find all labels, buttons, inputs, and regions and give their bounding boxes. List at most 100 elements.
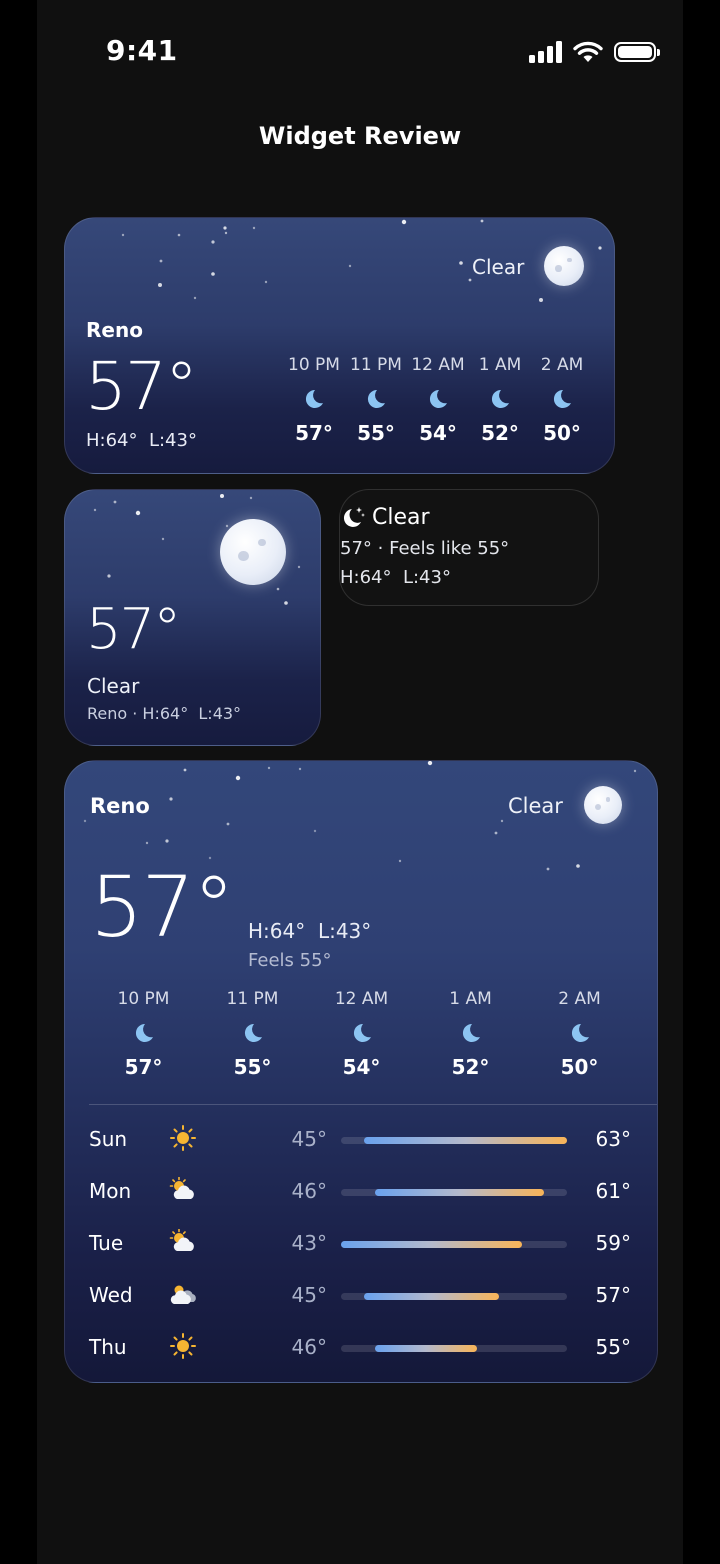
hour-temp: 55°: [357, 421, 395, 445]
current-temperature: 57°: [85, 348, 198, 425]
city-name: Reno: [86, 318, 143, 342]
high-low-row: H:64° L:43°: [248, 919, 372, 943]
page-title: Widget Review: [258, 122, 462, 150]
temp-feels-like: 57° · Feels like 55°: [340, 538, 510, 559]
current-temperature: 57°: [86, 597, 181, 662]
crescent-moon-icon: [407, 387, 469, 411]
hour-temp: 50°: [560, 1055, 599, 1079]
high-low-row: H:64° L:43°: [340, 567, 451, 588]
hour-temp: 57°: [295, 421, 333, 445]
battery-icon: [614, 42, 660, 62]
divider: [89, 1104, 657, 1105]
hour-time: 2 AM: [540, 355, 584, 375]
moon-icon: [584, 786, 622, 824]
day-name: Sun: [89, 1127, 128, 1151]
daily-row: Mon 46° 61°: [89, 1175, 633, 1227]
hour-time: 10 PM: [117, 989, 170, 1009]
status-time: 9:41: [106, 34, 178, 67]
hour-item: 2 AM 50°: [531, 355, 593, 445]
inline-weather-widget[interactable]: Clear 57° · Feels like 55° H:64° L:43°: [339, 489, 599, 606]
low-temperature: L:43°: [148, 430, 197, 451]
temp-range-bar: [341, 1293, 567, 1300]
hour-time: 11 PM: [350, 355, 402, 375]
daily-row: Thu 46° 55°: [89, 1331, 633, 1382]
hour-time: 10 PM: [288, 355, 340, 375]
hour-time: 12 AM: [411, 355, 465, 375]
temp-range-bar: [341, 1241, 567, 1248]
condition-label: Clear: [87, 674, 140, 698]
hour-time: 11 PM: [226, 989, 279, 1009]
crescent-moon-icon: [283, 387, 345, 411]
day-name: Wed: [89, 1283, 133, 1307]
hourly-forecast: 10 PM 57° 11 PM 55° 12 AM 54° 1 AM 52° 2…: [283, 355, 593, 445]
high-temp: 57°: [595, 1283, 631, 1307]
low-temp: 46°: [291, 1335, 327, 1359]
hour-temp: 52°: [481, 421, 519, 445]
low-temp: 45°: [291, 1283, 327, 1307]
high-temp: 63°: [595, 1127, 631, 1151]
sun-icon: [170, 1333, 196, 1359]
hour-item: 1 AM 52°: [416, 989, 525, 1079]
hour-temp: 54°: [419, 421, 457, 445]
high-temp: 55°: [595, 1335, 631, 1359]
partly-cloudy-icon: [169, 1177, 194, 1199]
cloudy-icon: [170, 1285, 196, 1304]
hour-time: 2 AM: [558, 989, 601, 1009]
high-temperature: H:64°: [86, 430, 138, 451]
wifi-icon: [573, 41, 603, 62]
hour-temp: 57°: [124, 1055, 163, 1079]
hour-time: 12 AM: [334, 989, 389, 1009]
location-high-low: Reno · H:64° L:43°: [87, 704, 242, 723]
crescent-moon-icon: [89, 1021, 198, 1045]
day-name: Thu: [89, 1335, 127, 1359]
status-icons: [529, 40, 660, 64]
daily-forecast: Sun 45° 63° Mon 46° 61° Tue 43° 59° Wed …: [89, 1123, 633, 1382]
hour-item: 11 PM 55°: [198, 989, 307, 1079]
sun-icon: [170, 1125, 196, 1151]
low-temp: 43°: [291, 1231, 327, 1255]
crescent-moon-icon: [531, 387, 593, 411]
high-temp: 61°: [595, 1179, 631, 1203]
hour-time: 1 AM: [449, 989, 492, 1009]
crescent-moon-icon: [469, 387, 531, 411]
low-temp: 46°: [291, 1179, 327, 1203]
crescent-moon-icon: [345, 387, 407, 411]
daily-row: Sun 45° 63°: [89, 1123, 633, 1175]
hour-item: 12 AM 54°: [307, 989, 416, 1079]
medium-weather-widget[interactable]: Reno 57° H:64° L:43° Clear 10 PM 57° 11 …: [64, 217, 615, 474]
day-name: Mon: [89, 1179, 132, 1203]
status-bar: 9:41: [0, 0, 720, 100]
large-weather-widget[interactable]: Reno Clear 57° H:64° L:43° Feels 55° 10 …: [64, 760, 658, 1383]
hour-item: 12 AM 54°: [407, 355, 469, 445]
crescent-moon-icon: [525, 1021, 634, 1045]
hour-item: 2 AM 50°: [525, 989, 634, 1079]
temp-range-fill: [374, 1189, 545, 1196]
condition-label: Clear: [472, 255, 525, 279]
hour-item: 10 PM 57°: [89, 989, 198, 1079]
hourly-forecast: 10 PM 57° 11 PM 55° 12 AM 54° 1 AM 52° 2…: [89, 989, 634, 1079]
condition-label: Clear: [372, 505, 430, 530]
hour-temp: 54°: [342, 1055, 381, 1079]
hour-temp: 50°: [543, 421, 581, 445]
crescent-moon-icon: [307, 1021, 416, 1045]
hour-temp: 52°: [451, 1055, 490, 1079]
temp-range-fill: [363, 1137, 567, 1144]
daily-row: Wed 45° 57°: [89, 1279, 633, 1331]
crescent-moon-icon: [198, 1021, 307, 1045]
hour-time: 1 AM: [478, 355, 522, 375]
hour-item: 10 PM 57°: [283, 355, 345, 445]
condition-label: Clear: [508, 794, 563, 818]
hour-item: 11 PM 55°: [345, 355, 407, 445]
moon-icon: [544, 246, 584, 286]
high-temp: 59°: [595, 1231, 631, 1255]
temp-range-fill: [374, 1345, 477, 1352]
partly-cloudy-icon: [169, 1229, 194, 1251]
temp-range-bar: [341, 1345, 567, 1352]
low-temp: 45°: [291, 1127, 327, 1151]
crescent-moon-icon: [416, 1021, 525, 1045]
small-weather-widget[interactable]: 57° Clear Reno · H:64° L:43°: [64, 489, 321, 746]
high-low-row: H:64° L:43°: [86, 430, 197, 451]
temp-range-bar: [341, 1137, 567, 1144]
hour-temp: 55°: [233, 1055, 272, 1079]
hour-item: 1 AM 52°: [469, 355, 531, 445]
